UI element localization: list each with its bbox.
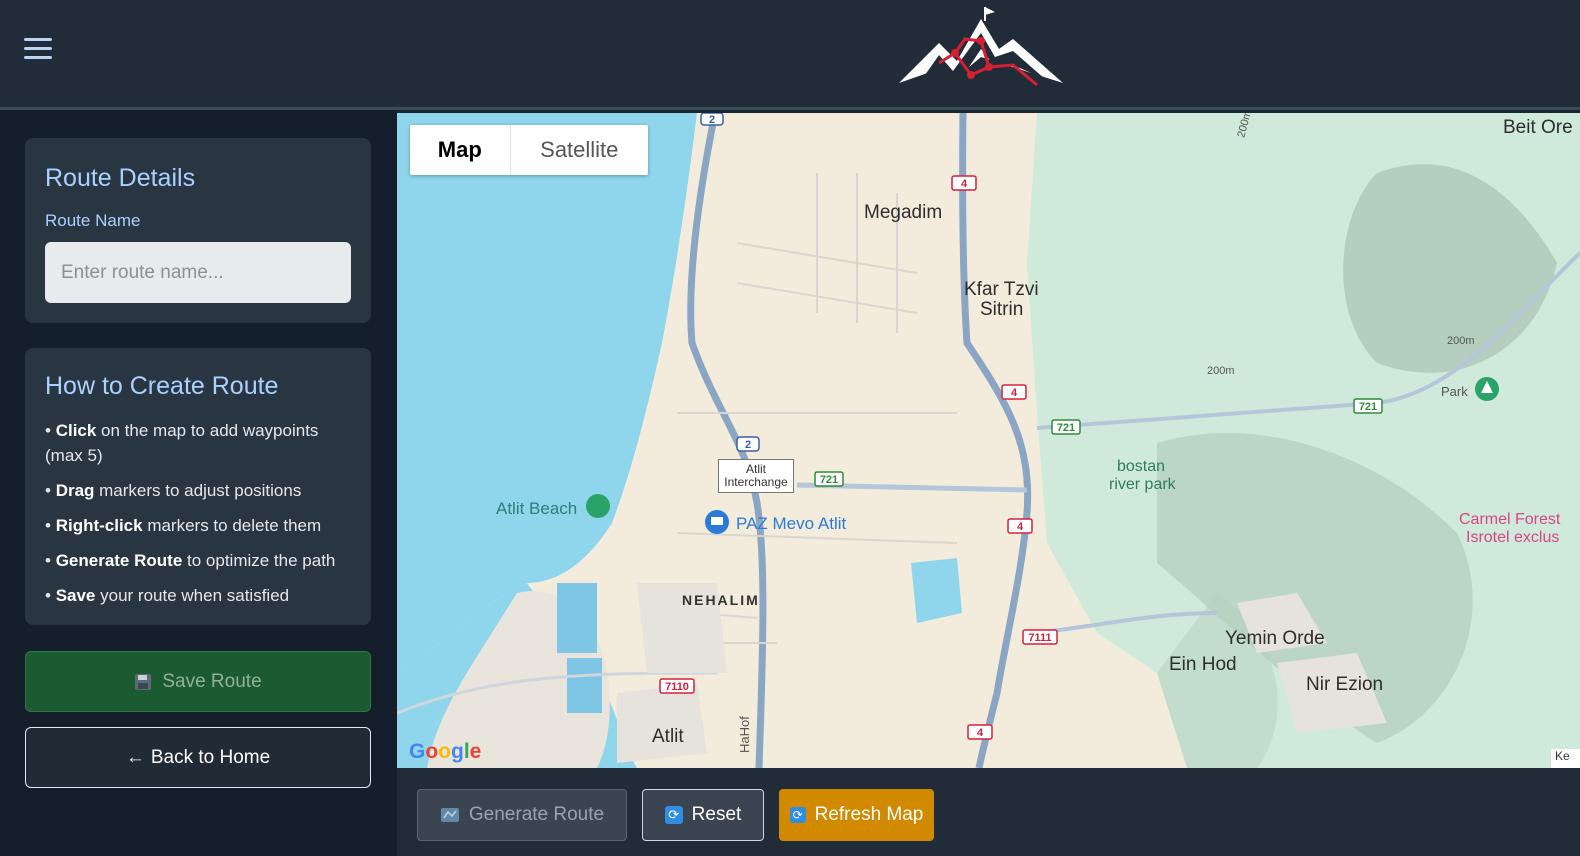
list-item: • Right-click markers to delete them <box>45 516 322 535</box>
save-route-button[interactable]: Save Route <box>25 651 371 712</box>
list-item: • Click on the map to add waypoints (max… <box>45 421 319 465</box>
map-graphics: 2 2 4 4 4 4 721 721 721 7111 7110 <box>397 113 1580 768</box>
route-details-title: Route Details <box>45 164 196 192</box>
route-shield-2: 2 <box>709 114 715 126</box>
place-label: Beit Ore <box>1503 117 1573 138</box>
place-label: Nir Ezion <box>1306 674 1384 695</box>
back-to-home-button[interactable]: ← Back to Home <box>25 727 371 788</box>
interchange-label: Atlit Interchange <box>718 459 794 493</box>
tab-satellite[interactable]: Satellite <box>511 125 648 175</box>
refresh-map-label: Refresh Map <box>814 804 924 825</box>
arrow-left-icon: ← <box>125 746 145 768</box>
refresh-map-button[interactable]: ⟳ Refresh Map <box>779 789 934 841</box>
mountain-logo-icon[interactable] <box>895 5 1067 93</box>
poi-label[interactable]: Carmel Forest <box>1459 511 1560 529</box>
floppy-disk-icon <box>135 673 152 690</box>
list-item: • Drag markers to adjust positions <box>45 481 302 500</box>
map-attribution[interactable]: Ke <box>1551 749 1580 768</box>
place-label: NEHALIM <box>682 592 760 608</box>
map-icon <box>440 808 459 822</box>
road-label: HaHof <box>737 716 752 753</box>
contour-label: 200m <box>1207 365 1235 377</box>
poi-label[interactable]: Atlit Beach <box>496 499 577 519</box>
route-shield-7111: 7111 <box>1028 632 1051 644</box>
place-label: Yemin Orde <box>1225 628 1325 649</box>
route-name-label: Route Name <box>45 211 141 230</box>
back-to-home-label: Back to Home <box>150 746 271 768</box>
reset-button[interactable]: ⟳ Reset <box>642 789 764 841</box>
route-shield-4: 4 <box>977 727 984 739</box>
place-label: Sitrin <box>980 299 1024 320</box>
refresh-icon: ⟳ <box>664 806 683 824</box>
poi-label[interactable]: bostan <box>1117 458 1165 476</box>
list-item: • Generate Route to optimize the path <box>45 551 336 570</box>
how-to-list: • Click on the map to add waypoints (max… <box>45 418 355 618</box>
tab-map[interactable]: Map <box>410 125 511 175</box>
map-canvas[interactable]: 2 2 4 4 4 4 721 721 721 7111 7110 Map Sa… <box>397 113 1580 768</box>
how-to-card: How to Create Route • Click on the map t… <box>25 348 371 625</box>
route-details-card: Route Details Route Name <box>25 138 371 323</box>
save-route-label: Save Route <box>162 670 262 692</box>
app-header <box>0 0 1580 110</box>
how-to-title: How to Create Route <box>45 372 279 400</box>
place-label: Atlit <box>652 726 684 747</box>
poi-label[interactable]: PAZ Mevo Atlit <box>736 514 846 534</box>
route-shield-4: 4 <box>1017 521 1024 533</box>
route-shield-721: 721 <box>1057 422 1075 434</box>
place-label: Ein Hod <box>1169 654 1237 675</box>
poi-label[interactable]: Isrotel exclus <box>1466 529 1559 547</box>
generate-route-button[interactable]: Generate Route <box>417 789 627 841</box>
route-name-input[interactable] <box>45 242 351 303</box>
contour-label: 200m <box>1447 335 1475 347</box>
poi-label[interactable]: Park <box>1441 384 1468 399</box>
route-shield-4: 4 <box>961 178 968 190</box>
place-label: Kfar Tzvi <box>964 279 1039 300</box>
list-item: • Save your route when satisfied <box>45 586 290 605</box>
route-shield-721: 721 <box>820 474 838 486</box>
place-label: Megadim <box>864 202 943 223</box>
refresh-icon: ⟳ <box>789 807 806 823</box>
map-type-toggle: Map Satellite <box>410 125 648 175</box>
hamburger-icon[interactable] <box>24 38 52 62</box>
route-shield-7110: 7110 <box>665 681 689 693</box>
route-shield-2: 2 <box>745 439 751 451</box>
google-logo: Google <box>409 740 482 763</box>
route-shield-4: 4 <box>1011 387 1018 399</box>
reset-label: Reset <box>691 804 742 825</box>
route-shield-721: 721 <box>1359 401 1377 413</box>
generate-route-label: Generate Route <box>468 804 605 825</box>
map-toolbar: Generate Route ⟳ Reset ⟳ Refresh Map <box>397 768 1580 856</box>
poi-label[interactable]: river park <box>1109 476 1176 494</box>
